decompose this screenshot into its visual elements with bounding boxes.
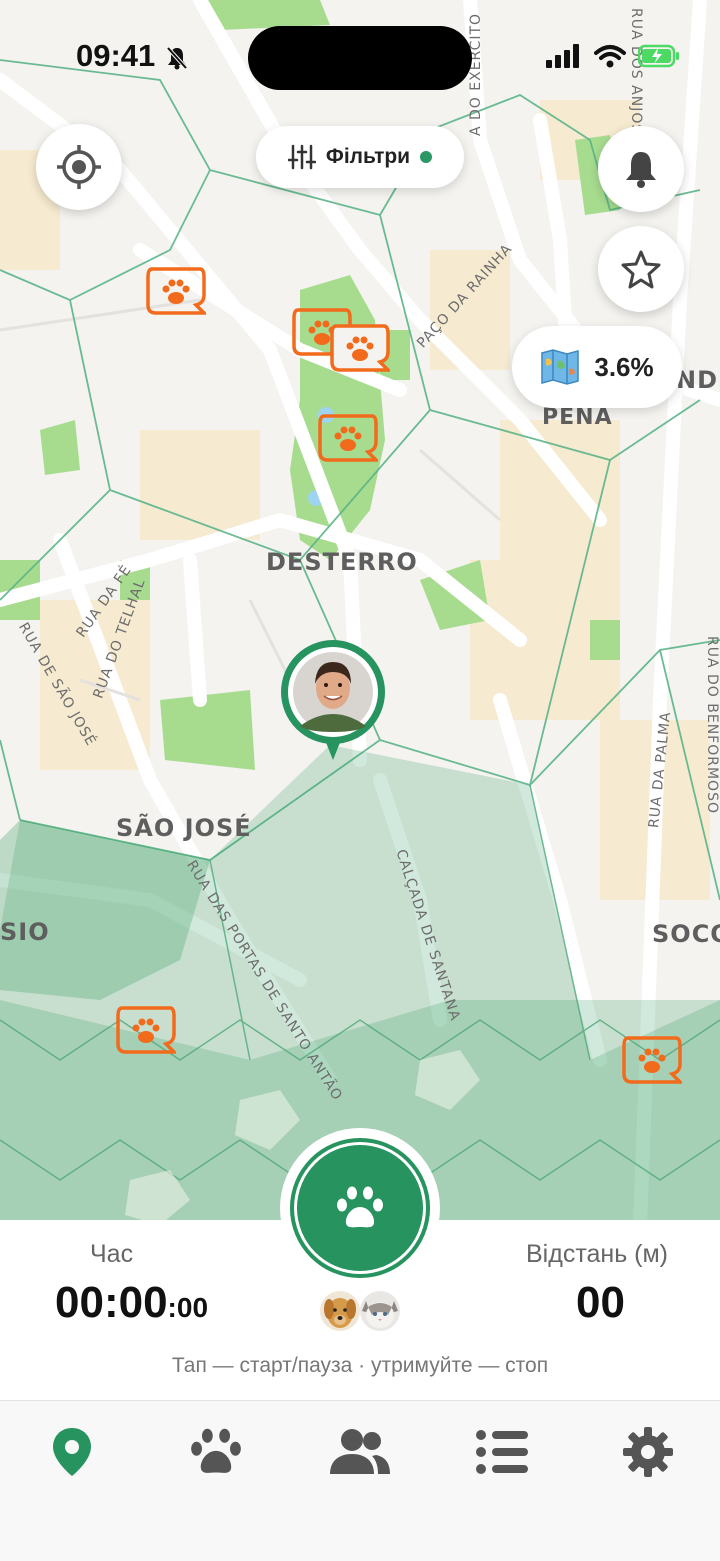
map-pin-icon xyxy=(53,1428,91,1476)
dog-avatar xyxy=(320,1291,360,1331)
bell-icon xyxy=(626,152,656,188)
tab-pets[interactable] xyxy=(184,1423,248,1481)
street-label: RUA DO BENFORMOSO xyxy=(704,636,720,814)
tab-list[interactable] xyxy=(470,1423,534,1481)
crosshair-icon xyxy=(57,145,101,189)
battery-icon xyxy=(638,44,679,68)
tab-map[interactable] xyxy=(40,1423,104,1481)
favorites-button[interactable] xyxy=(598,226,684,312)
status-icons xyxy=(546,44,680,68)
district-label: DESTERRO xyxy=(266,548,418,576)
sliders-icon xyxy=(287,144,316,170)
user-location-pin[interactable] xyxy=(280,640,386,764)
status-time: 09:41 xyxy=(76,38,156,73)
start-walk-button[interactable] xyxy=(290,1138,430,1278)
notifications-button[interactable] xyxy=(598,126,684,212)
people-icon xyxy=(330,1429,390,1474)
star-icon xyxy=(621,250,661,289)
mute-icon xyxy=(165,45,189,75)
street-label: A DO EXÉRCITO xyxy=(468,12,484,136)
time-fraction: :00 xyxy=(167,1292,209,1323)
district-label: NDE xyxy=(676,366,720,394)
gear-icon xyxy=(623,1427,673,1477)
tracker-hint: Тап — старт/пауза · утримуйте — стоп xyxy=(171,1354,549,1377)
pet-marker[interactable] xyxy=(146,267,209,317)
selected-pets[interactable] xyxy=(318,1289,404,1333)
paw-icon xyxy=(191,1428,241,1473)
filters-active-dot xyxy=(420,151,433,163)
district-label: SOCO xyxy=(652,920,720,948)
time-main: 00:00 xyxy=(55,1278,168,1327)
tab-friends[interactable] xyxy=(328,1423,392,1481)
pet-marker[interactable] xyxy=(116,1006,179,1056)
paw-icon xyxy=(337,1186,383,1228)
district-label: SIO xyxy=(0,918,50,946)
locate-button[interactable] xyxy=(36,124,122,210)
pet-marker[interactable] xyxy=(318,414,381,464)
filters-label: Фільтри xyxy=(325,145,411,168)
list-icon xyxy=(476,1430,528,1474)
filters-button[interactable]: Фільтри xyxy=(256,126,464,188)
cat-avatar xyxy=(360,1291,400,1331)
coverage-percent: 3.6% xyxy=(594,351,654,382)
map-icon xyxy=(541,349,580,385)
street-label: RUA DOS ANJOS xyxy=(628,8,644,135)
coverage-badge[interactable]: 3.6% xyxy=(512,326,682,408)
pet-marker[interactable] xyxy=(330,324,393,374)
district-label: SÃO JOSÉ xyxy=(116,814,252,842)
pet-marker[interactable] xyxy=(622,1036,685,1086)
dynamic-island xyxy=(248,26,472,90)
distance-value: 00 xyxy=(576,1278,625,1327)
time-label: Час xyxy=(90,1240,134,1268)
cellular-icon xyxy=(546,44,579,68)
district-label: PENA xyxy=(542,405,613,430)
time-value: 00:00:00 xyxy=(55,1278,208,1328)
tab-bar xyxy=(0,1400,720,1561)
tab-settings[interactable] xyxy=(616,1423,680,1481)
distance-label: Відстань (м) xyxy=(526,1240,669,1268)
wifi-icon xyxy=(594,45,626,68)
